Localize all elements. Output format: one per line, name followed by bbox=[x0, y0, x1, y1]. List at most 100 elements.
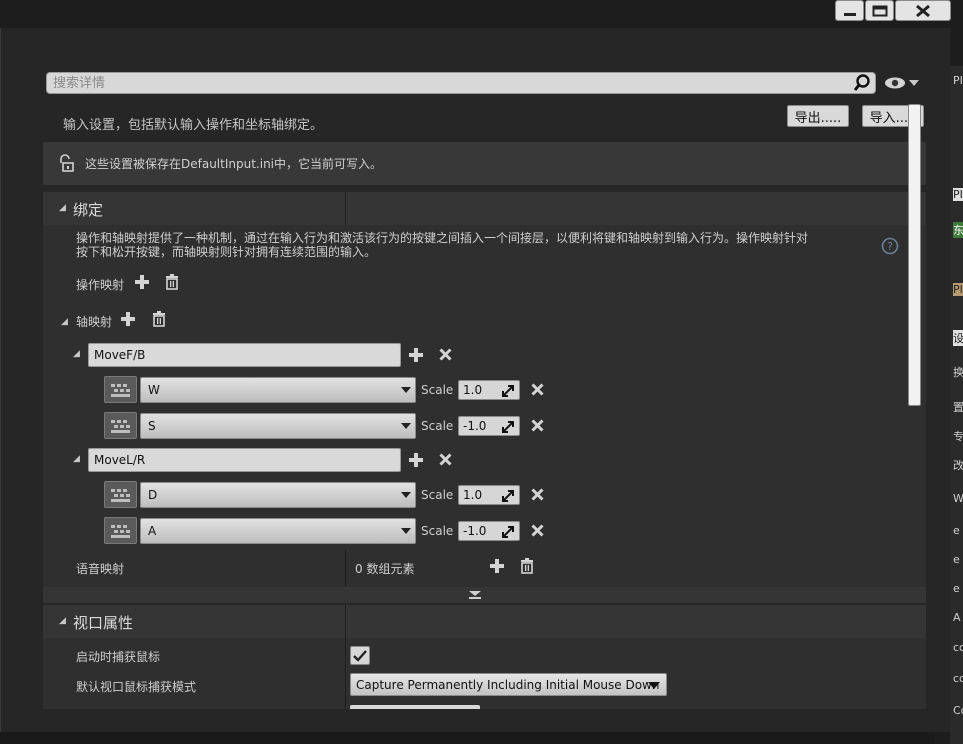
clear-axis-mappings-button[interactable] bbox=[152, 311, 166, 327]
key-dropdown[interactable]: D bbox=[140, 482, 416, 508]
fragment-text: 置 bbox=[953, 401, 963, 414]
column-divider bbox=[345, 605, 346, 638]
svg-text:?: ? bbox=[887, 240, 893, 253]
viewport-section: ◢ 视口属性 启动时捕获鼠标 默认视口鼠标捕获模式 Capture Perman… bbox=[43, 605, 926, 709]
visibility-filter-button[interactable] bbox=[884, 75, 924, 91]
plus-icon bbox=[409, 348, 423, 362]
export-button[interactable]: 导出..... bbox=[787, 105, 849, 127]
key-selector-button[interactable] bbox=[104, 481, 137, 508]
scrollbar-thumb[interactable] bbox=[908, 104, 921, 406]
capture-on-start-label: 启动时捕获鼠标 bbox=[76, 650, 161, 664]
key-value: W bbox=[148, 383, 160, 397]
remove-icon bbox=[439, 348, 452, 361]
viewport-title: 视口属性 bbox=[73, 614, 134, 632]
viewport-header[interactable]: ◢ 视口属性 bbox=[43, 605, 926, 638]
axis-name-field[interactable]: MoveF/B bbox=[88, 343, 401, 367]
add-key-button[interactable] bbox=[409, 453, 423, 467]
minimize-button[interactable] bbox=[835, 0, 864, 21]
capture-mode-value: Capture Permanently Including Initial Mo… bbox=[356, 677, 660, 692]
remove-axis-button[interactable] bbox=[439, 453, 452, 466]
column-divider bbox=[345, 638, 346, 709]
remove-key-button[interactable] bbox=[531, 488, 544, 501]
scale-input[interactable]: 1.0 bbox=[458, 380, 520, 400]
collapse-icon[interactable]: ◢ bbox=[73, 349, 80, 359]
fragment-text: e bbox=[953, 553, 960, 566]
keyboard-icon bbox=[110, 419, 130, 433]
plus-icon bbox=[409, 453, 423, 467]
chevron-down-icon bbox=[909, 80, 919, 86]
capture-mode-label: 默认视口鼠标捕获模式 bbox=[76, 680, 197, 694]
chevron-down-icon bbox=[401, 423, 411, 429]
keyboard-icon bbox=[110, 383, 130, 397]
axis-name-field[interactable]: MoveL/R bbox=[88, 448, 401, 472]
remove-icon bbox=[531, 419, 544, 432]
advanced-expander[interactable] bbox=[43, 587, 926, 603]
plus-icon bbox=[135, 275, 149, 289]
scale-input[interactable]: 1.0 bbox=[458, 485, 520, 505]
add-key-button[interactable] bbox=[409, 348, 423, 362]
key-selector-button[interactable] bbox=[104, 376, 137, 403]
key-value: D bbox=[148, 488, 158, 502]
remove-key-button[interactable] bbox=[531, 524, 544, 537]
bindings-header[interactable]: ◢ 绑定 bbox=[43, 192, 926, 225]
capture-on-start-checkbox[interactable] bbox=[350, 646, 370, 665]
remove-axis-button[interactable] bbox=[439, 348, 452, 361]
chevron-down-icon bbox=[648, 682, 660, 689]
collapse-icon: ◢ bbox=[59, 203, 66, 213]
remove-icon bbox=[439, 453, 452, 466]
speech-mappings-label: 语音映射 bbox=[76, 562, 125, 576]
clear-speech-mappings-button[interactable] bbox=[520, 558, 534, 574]
add-action-mapping-button[interactable] bbox=[135, 275, 149, 289]
window-controls bbox=[834, 0, 954, 21]
fragment-text: co bbox=[953, 672, 963, 685]
key-dropdown[interactable]: S bbox=[140, 413, 416, 439]
title-strip bbox=[0, 0, 963, 28]
background-editor-fragment: PI PI 东 Pla 设 换 置 专 改 W e e e A co co Co bbox=[950, 66, 963, 744]
fragment-text: PI bbox=[953, 188, 963, 201]
collapse-icon[interactable]: ◢ bbox=[61, 317, 68, 327]
maximize-button[interactable] bbox=[865, 0, 894, 21]
fragment-text: 改 bbox=[953, 459, 963, 472]
remove-key-button[interactable] bbox=[531, 383, 544, 396]
scale-input[interactable]: -1.0 bbox=[458, 416, 520, 436]
chevron-down-icon bbox=[401, 528, 411, 534]
key-dropdown[interactable]: W bbox=[140, 377, 416, 403]
axis-mappings-label: 轴映射 bbox=[76, 315, 113, 329]
clear-action-mappings-button[interactable] bbox=[165, 274, 179, 290]
search-icon[interactable] bbox=[851, 73, 873, 93]
capture-mode-dropdown[interactable]: Capture Permanently Including Initial Mo… bbox=[350, 673, 667, 696]
scale-label: Scale bbox=[421, 488, 454, 502]
trash-icon bbox=[153, 311, 165, 327]
collapse-icon: ◢ bbox=[59, 616, 66, 626]
key-selector-button[interactable] bbox=[104, 412, 137, 439]
collapse-icon[interactable]: ◢ bbox=[73, 454, 80, 464]
chevron-down-icon bbox=[469, 591, 481, 599]
expand-arrows-icon bbox=[502, 526, 514, 538]
add-axis-mapping-button[interactable] bbox=[121, 312, 135, 326]
fragment-text: co bbox=[953, 641, 963, 654]
remove-key-button[interactable] bbox=[531, 419, 544, 432]
help-icon[interactable]: ? bbox=[881, 237, 899, 258]
scale-label: Scale bbox=[421, 419, 454, 433]
fragment-text: Pla bbox=[953, 283, 963, 296]
scale-input[interactable]: -1.0 bbox=[458, 521, 520, 541]
key-selector-button[interactable] bbox=[104, 517, 137, 544]
column-divider bbox=[345, 549, 346, 588]
help-line: 操作和轴映射提供了一种机制，通过在输入行为和激活该行为的按键之间插入一个间接层，… bbox=[76, 231, 809, 245]
trash-icon bbox=[166, 274, 178, 290]
fragment-text: e bbox=[953, 524, 960, 537]
plus-icon bbox=[121, 312, 135, 326]
chevron-down-icon bbox=[401, 387, 411, 393]
plus-icon bbox=[490, 559, 504, 573]
speech-mappings-count: 0 数组元素 bbox=[355, 562, 415, 576]
fragment-text: PI bbox=[953, 74, 963, 87]
trash-icon bbox=[521, 558, 533, 574]
close-icon bbox=[916, 4, 930, 17]
bindings-title: 绑定 bbox=[73, 201, 104, 219]
search-input[interactable] bbox=[47, 73, 847, 93]
add-speech-mapping-button[interactable] bbox=[490, 559, 504, 573]
close-button[interactable] bbox=[895, 0, 951, 21]
fragment-text: W bbox=[953, 492, 963, 505]
key-dropdown[interactable]: A bbox=[140, 518, 416, 544]
expand-arrows-icon bbox=[502, 490, 514, 502]
